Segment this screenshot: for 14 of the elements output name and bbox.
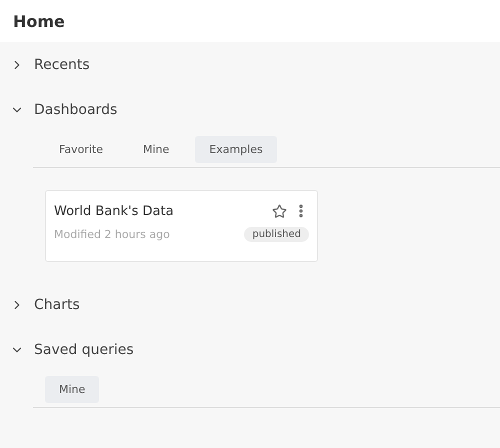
filter-tab[interactable]: Mine	[128, 136, 184, 163]
filter-tab[interactable]: Examples	[195, 136, 277, 163]
dashboard-card[interactable]: World Bank's Data Modified 2 hours ago published	[45, 190, 318, 262]
card-title: World Bank's Data	[54, 204, 174, 218]
filter-tab[interactable]: Mine	[45, 376, 100, 403]
section-header[interactable]: Saved queries	[0, 327, 134, 372]
star-icon[interactable]	[272, 204, 287, 218]
section-header[interactable]: Recents	[0, 42, 90, 87]
status-badge: published	[244, 227, 309, 242]
filter-tab[interactable]: Favorite	[45, 136, 117, 163]
modified-time: Modified 2 hours ago	[54, 228, 170, 241]
section-header[interactable]: Dashboards	[0, 87, 118, 132]
page-title: Home	[13, 12, 65, 30]
section-header[interactable]: Charts	[0, 282, 80, 327]
